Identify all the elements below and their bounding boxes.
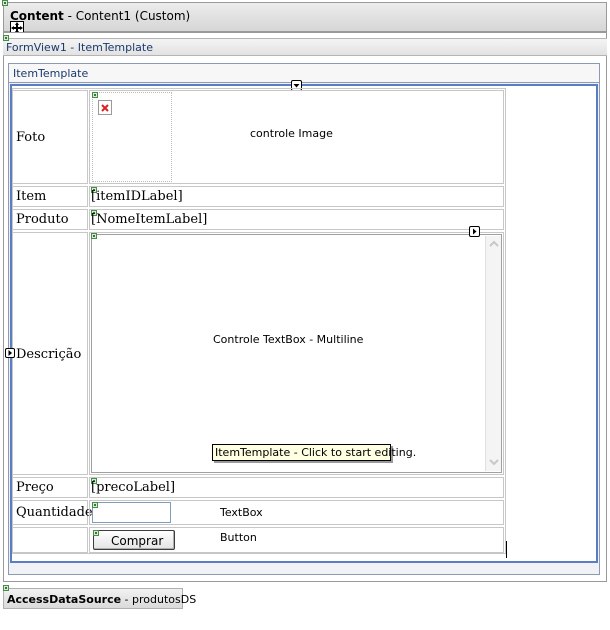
content-header[interactable]: Content - Content1 (Custom)	[3, 2, 607, 32]
image-glyph[interactable]	[92, 92, 98, 98]
row-produto-label: Produto	[16, 212, 69, 227]
row-item-label: Item	[16, 189, 47, 204]
comprar-button-label: Comprar	[111, 534, 164, 548]
row-quantidade-label-cell[interactable]: Quantidade	[12, 500, 93, 525]
formview-header[interactable]: FormView1 - ItemTemplate	[3, 38, 607, 56]
broken-image-icon	[98, 100, 112, 115]
row-preco-value-cell[interactable]: [precoLabel]	[89, 477, 504, 498]
textbox-caption: TextBox	[220, 506, 263, 519]
textbox-multiline[interactable]: Controle TextBox - Multiline	[91, 234, 502, 473]
row-foto-value-cell[interactable]: controle Image	[89, 90, 504, 184]
textbox-smarttag-icon[interactable]	[469, 226, 480, 237]
textbox-multiline-glyph[interactable]	[91, 233, 97, 239]
content-header-rest: - Content1 (Custom)	[63, 9, 191, 23]
quantidade-textbox[interactable]	[92, 502, 171, 523]
row-quantidade-value-cell[interactable]: TextBox	[89, 500, 504, 525]
datasource-rest: - produtosDS	[121, 593, 197, 606]
formview-glyph[interactable]	[3, 35, 9, 41]
row-descricao-label: Descrição	[16, 347, 82, 362]
nome-item-label[interactable]: [NomeItemLabel]	[91, 212, 207, 227]
row-descricao-label-cell[interactable]: Descrição	[12, 232, 88, 475]
button-caption: Button	[220, 531, 257, 544]
descricao-smarttag-icon[interactable]	[5, 348, 15, 358]
row-button-value-cell[interactable]: Comprar Button	[89, 527, 504, 553]
preco-label[interactable]: [precoLabel]	[91, 480, 175, 495]
scroll-down-icon[interactable]	[487, 455, 501, 469]
item-id-label[interactable]: [itemIDLabel]	[91, 189, 183, 204]
row-descricao-value-cell[interactable]: Controle TextBox - Multiline	[89, 232, 504, 475]
formview-header-label: FormView1 - ItemTemplate	[6, 41, 154, 54]
row-produto-label-cell[interactable]: Produto	[12, 209, 88, 230]
datasource-glyph[interactable]	[3, 585, 9, 591]
row-item-value-cell[interactable]: [itemIDLabel]	[89, 186, 504, 207]
row-item-label-cell[interactable]: Item	[12, 186, 88, 207]
row-preco-label-cell[interactable]: Preço	[12, 477, 88, 498]
datasource-control[interactable]: AccessDataSource - produtosDS	[3, 588, 196, 609]
row-button-label-cell	[12, 527, 88, 553]
tooltip-text: ItemTemplate - Click to start editing.	[215, 446, 417, 459]
row-foto-label: Foto	[16, 130, 46, 145]
row-preco-label: Preço	[16, 480, 54, 495]
comprar-glyph[interactable]	[93, 530, 99, 536]
textbox-scrollbar[interactable]	[485, 236, 501, 471]
smart-tag-glyph[interactable]	[2, 0, 8, 6]
scroll-up-icon[interactable]	[487, 237, 501, 251]
row-produto-value-cell[interactable]: [NomeItemLabel]	[89, 209, 504, 230]
itemtemplate-tab[interactable]: ItemTemplate	[8, 63, 600, 83]
datasource-bold: AccessDataSource	[7, 593, 122, 606]
itemtemplate-tab-label: ItemTemplate	[13, 67, 89, 80]
row-foto-label-cell[interactable]: Foto	[12, 90, 88, 184]
row-quantidade-label: Quantidade	[16, 505, 93, 520]
comprar-button[interactable]: Comprar	[93, 530, 175, 550]
tooltip: ItemTemplate - Click to start editing.	[212, 444, 416, 461]
textbox-multiline-label: Controle TextBox - Multiline	[213, 333, 364, 346]
quantidade-glyph[interactable]	[92, 502, 98, 508]
text-caret	[506, 541, 507, 558]
image-control-label: controle Image	[250, 127, 333, 140]
